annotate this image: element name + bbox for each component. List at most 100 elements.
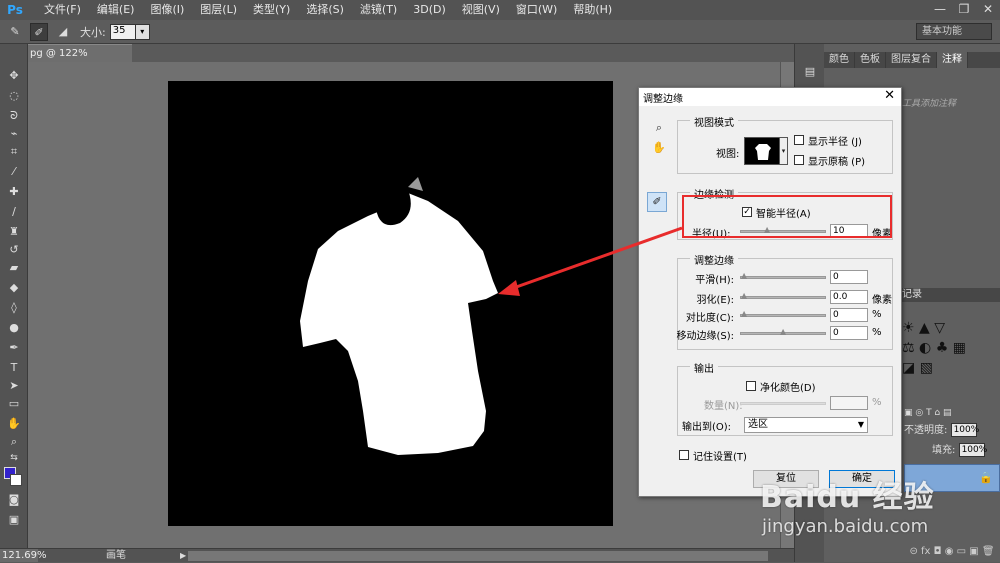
menu-image[interactable]: 图像(I) (142, 0, 192, 20)
feather-slider-thumb[interactable]: ▲ (741, 292, 748, 300)
shift-edge-slider[interactable]: ▲ (740, 328, 826, 336)
channel-mixer-icon[interactable]: ♣ (936, 340, 949, 356)
history-brush-tool-icon[interactable]: ↺ (5, 242, 23, 258)
smooth-slider[interactable]: ▲ (740, 272, 826, 280)
shape-tool-icon[interactable]: ▭ (5, 396, 23, 412)
contrast-input[interactable]: 0 (830, 308, 868, 322)
decontaminate-label: 净化颜色(D) (760, 383, 816, 394)
brush-tool-icon[interactable]: ∕ (5, 204, 23, 220)
smooth-slider-thumb[interactable]: ▲ (741, 272, 748, 280)
background-color-swatch[interactable] (10, 474, 22, 486)
document-tab[interactable]: pg @ 122%(RGB/8#) * (28, 44, 132, 77)
tab-color[interactable]: 颜色 (824, 52, 855, 68)
menu-layer[interactable]: 图层(L) (192, 0, 245, 20)
layer-filter-icons[interactable]: ▣ ◎ T ⌂ ▤ (904, 404, 1000, 422)
output-group: 输出 净化颜色(D) 数量(N): % 输出到(O): 选区 ▼ (677, 360, 893, 436)
size-dropdown-icon[interactable]: ▾ (135, 23, 150, 40)
levels-icon[interactable]: ▲ (919, 320, 930, 336)
bw-icon[interactable]: ◐ (919, 340, 931, 356)
view-mode-title: 视图模式 (690, 114, 738, 129)
hand-tool-icon[interactable]: ✋ (5, 416, 23, 432)
shift-edge-label: 移动边缘(S): (676, 331, 734, 342)
contrast-slider[interactable]: ▲ (740, 310, 826, 318)
paint-bucket-tool-icon[interactable]: ◆ (5, 280, 23, 296)
remember-settings-checkbox[interactable] (679, 450, 689, 460)
zoom-tool-icon[interactable]: ⌕ (5, 434, 23, 450)
smooth-input[interactable]: 0 (830, 270, 868, 284)
dodge-tool-icon[interactable]: ● (5, 320, 23, 336)
invert-icon[interactable]: ◪ (902, 360, 915, 376)
show-original-checkbox[interactable] (794, 155, 804, 165)
stamp-tool-icon[interactable]: ♜ (5, 224, 23, 240)
tab-swatches[interactable]: 色板 (855, 52, 886, 68)
size-input[interactable]: 35 (109, 23, 136, 40)
blur-tool-icon[interactable]: ◊ (5, 300, 23, 316)
view-mode-thumbnail[interactable] (744, 137, 780, 165)
swap-colors-icon[interactable]: ⇆ (5, 450, 23, 466)
dialog-close-icon[interactable]: ✕ (884, 88, 895, 103)
refine-radius-icon[interactable]: ✐ (647, 192, 667, 212)
color-balance-icon[interactable]: ⚖ (902, 340, 915, 356)
quick-select-tool-icon[interactable]: ⌁ (5, 126, 23, 142)
feather-slider[interactable]: ▲ (740, 292, 826, 300)
show-radius-label: 显示半径 (J) (808, 137, 862, 148)
workspace-select[interactable]: 基本功能 (916, 23, 992, 40)
tab-layer-comps[interactable]: 图层复合 (886, 52, 937, 68)
zoom-level[interactable]: 121.69% (0, 549, 47, 562)
menu-select[interactable]: 选择(S) (298, 0, 352, 20)
hand-icon[interactable]: ✋ (651, 140, 667, 156)
opacity-input[interactable]: 100% (950, 423, 979, 437)
menu-help[interactable]: 帮助(H) (565, 0, 620, 20)
quick-mask-icon[interactable]: ◙ (5, 492, 23, 508)
eraser-tool-icon[interactable]: ▰ (5, 260, 23, 276)
status-arrow-icon[interactable]: ▶ (180, 549, 186, 563)
menu-3d[interactable]: 3D(D) (405, 0, 454, 20)
view-thumb-image (755, 144, 771, 160)
shift-edge-input[interactable]: 0 (830, 326, 868, 340)
brightness-icon[interactable]: ☀ (902, 320, 915, 336)
gradient-map-icon[interactable]: ▧ (920, 360, 933, 376)
contrast-slider-thumb[interactable]: ▲ (741, 310, 748, 318)
output-to-select[interactable]: 选区 ▼ (744, 417, 868, 433)
lasso-tool-icon[interactable]: ᘐ (5, 108, 23, 124)
view-dropdown-icon[interactable]: ▾ (780, 137, 788, 165)
healing-tool-icon[interactable]: ✚ (5, 184, 23, 200)
refine-radius-tool-icon[interactable]: ✐ (30, 22, 48, 41)
tab-notes[interactable]: 注释 (937, 52, 968, 68)
document-canvas[interactable] (168, 81, 613, 526)
brush-preset-icon[interactable]: ✎ (6, 23, 24, 41)
menu-type[interactable]: 类型(Y) (245, 0, 298, 20)
horizontal-scrollbar[interactable] (188, 551, 768, 561)
shift-edge-slider-thumb[interactable]: ▲ (780, 328, 787, 336)
minimize-icon[interactable]: — (928, 0, 952, 20)
feather-input[interactable]: 0.0 (830, 290, 868, 304)
menu-view[interactable]: 视图(V) (454, 0, 508, 20)
menu-filter[interactable]: 滤镜(T) (352, 0, 405, 20)
menu-file[interactable]: 文件(F) (36, 0, 89, 20)
restore-icon[interactable]: ❐ (952, 0, 976, 20)
pen-tool-icon[interactable]: ✒ (5, 340, 23, 356)
curves-icon[interactable]: ▽ (934, 320, 945, 336)
show-radius-checkbox[interactable] (794, 135, 804, 145)
close-icon[interactable]: ✕ (976, 0, 1000, 20)
dialog-title-bar[interactable]: 调整边缘 ✕ (639, 88, 901, 106)
crop-tool-icon[interactable]: ⌗ (5, 144, 23, 160)
history-panel-header[interactable]: 记录 (894, 288, 1000, 302)
zoom-icon[interactable]: ⌕ (651, 120, 667, 136)
move-tool-icon[interactable]: ✥ (5, 68, 23, 84)
screen-mode-icon[interactable]: ▣ (5, 512, 23, 528)
grid-icon[interactable]: ▦ (953, 340, 966, 356)
fill-input[interactable]: 100% (958, 443, 987, 457)
layer-footer-icons[interactable]: ⊝ fx ◘ ◉ ▭ ▣ 🗑 (904, 546, 1000, 560)
decontaminate-checkbox[interactable] (746, 381, 756, 391)
history-panel-icon[interactable]: ▤ (801, 64, 819, 80)
erase-refinements-icon[interactable]: ◢ (54, 23, 72, 41)
type-tool-icon[interactable]: T (5, 360, 23, 376)
path-select-tool-icon[interactable]: ➤ (5, 378, 23, 394)
menu-edit[interactable]: 编辑(E) (89, 0, 143, 20)
amount-unit: % (872, 397, 882, 408)
fill-label: 填充: (932, 445, 956, 456)
menu-window[interactable]: 窗口(W) (508, 0, 565, 20)
eyedropper-tool-icon[interactable]: ⁄ (5, 164, 23, 180)
marquee-tool-icon[interactable]: ◌ (5, 88, 23, 104)
